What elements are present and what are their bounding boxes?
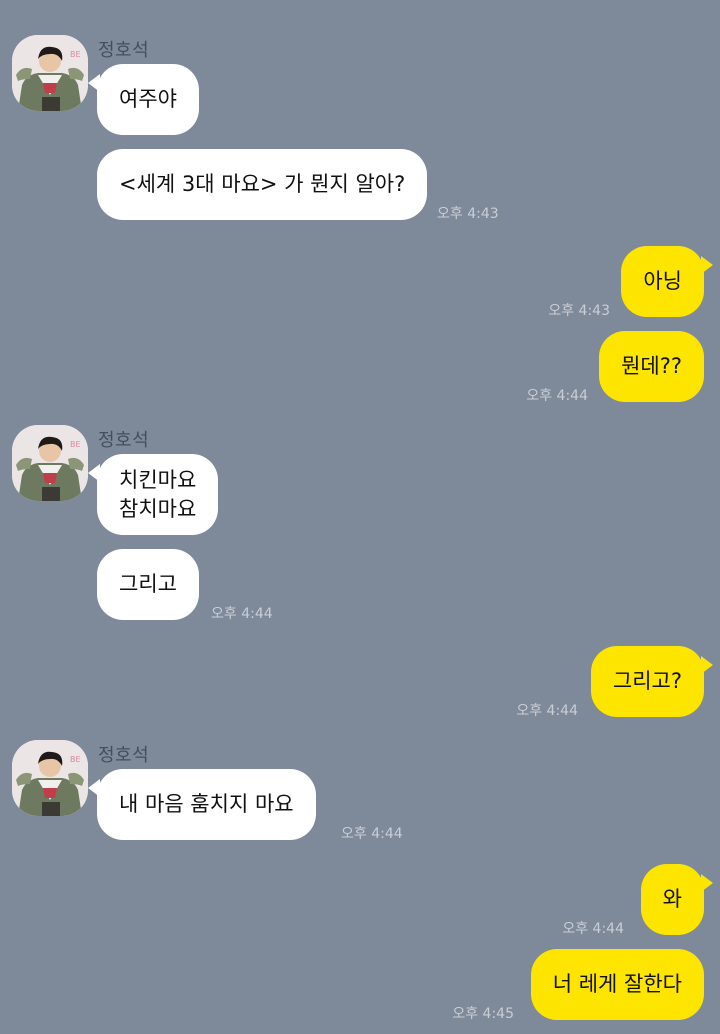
message-text: <세계 3대 마요> 가 뭔지 알아? xyxy=(119,172,406,197)
message-timestamp: 오후 4:44 xyxy=(516,703,578,719)
profile-avatar[interactable]: BE xyxy=(12,35,88,111)
message-text: 내 마음 훔치지 마요 xyxy=(119,792,294,817)
sender-name: 정호석 xyxy=(98,40,150,61)
profile-photo-icon: BE xyxy=(12,35,88,111)
message-timestamp: 오후 4:43 xyxy=(437,206,499,222)
bubble-tail xyxy=(88,74,100,92)
message-text-line: 참치마요 xyxy=(119,496,197,521)
message-bubble-incoming[interactable]: 치킨마요 참치마요 xyxy=(88,454,219,535)
svg-text:BE: BE xyxy=(70,50,81,59)
message-bubble-outgoing[interactable]: 와 xyxy=(640,864,713,935)
profile-avatar[interactable]: BE xyxy=(12,425,88,501)
message-timestamp: 오후 4:43 xyxy=(548,303,610,319)
message-text: 와 xyxy=(662,887,682,912)
message-text: 너 레게 잘한다 xyxy=(552,972,682,997)
sender-name: 정호석 xyxy=(98,745,150,766)
bubble-tail xyxy=(88,464,100,482)
message-text: 그리고 xyxy=(119,572,177,597)
message-timestamp: 오후 4:44 xyxy=(562,921,624,937)
bubble-tail xyxy=(701,874,713,892)
message-bubble-incoming[interactable]: 그리고 xyxy=(97,549,199,620)
message-bubble-outgoing[interactable]: 아닝 xyxy=(621,246,713,317)
bubble-tail xyxy=(701,656,713,674)
bubble-tail xyxy=(88,779,100,797)
message-timestamp: 오후 4:44 xyxy=(526,388,588,404)
message-text-line: 치킨마요 xyxy=(119,468,197,493)
svg-text:BE: BE xyxy=(70,755,81,764)
profile-photo-icon: BE xyxy=(12,425,88,501)
message-bubble-incoming[interactable]: <세계 3대 마요> 가 뭔지 알아? xyxy=(97,149,428,220)
bubble-tail xyxy=(701,256,713,274)
chat-area[interactable]: BE 정호석 여주야 <세계 3대 마요> 가 뭔지 알아? 오후 4:43 아… xyxy=(0,0,720,1034)
message-text: 그리고? xyxy=(612,669,682,694)
message-text: 아닝 xyxy=(643,269,682,294)
profile-avatar[interactable]: BE xyxy=(12,740,88,816)
message-timestamp: 오후 4:44 xyxy=(211,606,273,622)
message-bubble-incoming[interactable]: 내 마음 훔치지 마요 xyxy=(88,769,316,840)
message-bubble-incoming[interactable]: 여주야 xyxy=(88,64,199,135)
message-text: 여주야 xyxy=(119,87,177,112)
message-timestamp: 오후 4:45 xyxy=(452,1006,514,1022)
message-bubble-outgoing[interactable]: 너 레게 잘한다 xyxy=(530,949,704,1020)
sender-name: 정호석 xyxy=(98,430,150,451)
message-bubble-outgoing[interactable]: 뭔데?? xyxy=(599,331,704,402)
profile-photo-icon: BE xyxy=(12,740,88,816)
message-timestamp: 오후 4:44 xyxy=(341,826,403,842)
svg-text:BE: BE xyxy=(70,440,81,449)
message-bubble-outgoing[interactable]: 그리고? xyxy=(590,646,713,717)
message-text: 뭔데?? xyxy=(621,354,682,379)
